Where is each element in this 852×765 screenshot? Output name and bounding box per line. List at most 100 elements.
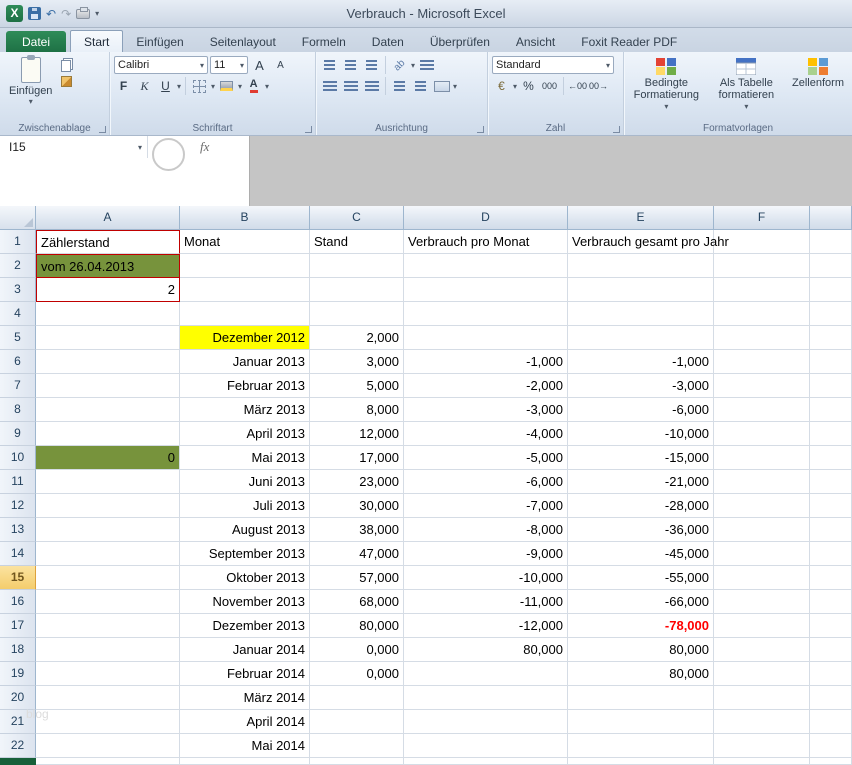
increase-indent-button[interactable] [411,77,430,95]
cell-D4[interactable] [404,302,568,326]
cell-E8[interactable]: -6,000 [568,398,714,422]
cell-D18[interactable]: 80,000 [404,638,568,662]
cell-F11[interactable] [714,470,810,494]
row-header-4[interactable]: 4 [0,302,36,326]
cell-F14[interactable] [714,542,810,566]
cell-B4[interactable] [180,302,310,326]
cell-B5[interactable]: Dezember 2012 [180,326,310,350]
cell-D1[interactable]: Verbrauch pro Monat [404,230,568,254]
cell-E10[interactable]: -15,000 [568,446,714,470]
cell-C2[interactable] [310,254,404,278]
column-header-C[interactable]: C [310,206,404,230]
font-color-button[interactable]: A [244,77,263,95]
row-header-5[interactable]: 5 [0,326,36,350]
cell-D23[interactable] [404,758,568,765]
underline-chevron-icon[interactable]: ▾ [177,82,181,91]
alignment-dialog-launcher-icon[interactable] [477,126,484,133]
column-header-E[interactable]: E [568,206,714,230]
cell-partial-19[interactable] [810,662,852,686]
cell-B17[interactable]: Dezember 2013 [180,614,310,638]
cell-D19[interactable] [404,662,568,686]
row-header-8[interactable]: 8 [0,398,36,422]
format-painter-icon[interactable] [61,76,72,87]
cell-C13[interactable]: 38,000 [310,518,404,542]
cell-D17[interactable]: -12,000 [404,614,568,638]
cell-D8[interactable]: -3,000 [404,398,568,422]
row-header-19[interactable]: 19 [0,662,36,686]
cell-D15[interactable]: -10,000 [404,566,568,590]
cell-partial-20[interactable] [810,686,852,710]
cell-E14[interactable]: -45,000 [568,542,714,566]
align-center-button[interactable] [341,77,360,95]
column-header-A[interactable]: A [36,206,180,230]
cell-D7[interactable]: -2,000 [404,374,568,398]
cell-partial-4[interactable] [810,302,852,326]
row-header-2[interactable]: 2 [0,254,36,278]
decrease-indent-button[interactable] [390,77,409,95]
cell-partial-15[interactable] [810,566,852,590]
clipboard-dialog-launcher-icon[interactable] [99,126,106,133]
cell-B8[interactable]: März 2013 [180,398,310,422]
cell-F8[interactable] [714,398,810,422]
cell-E20[interactable] [568,686,714,710]
cell-A11[interactable] [36,470,180,494]
cell-F18[interactable] [714,638,810,662]
cell-partial-13[interactable] [810,518,852,542]
column-header-F[interactable]: F [714,206,810,230]
cell-F20[interactable] [714,686,810,710]
cell-B3[interactable] [180,278,310,302]
cell-B20[interactable]: März 2014 [180,686,310,710]
row-header-6[interactable]: 6 [0,350,36,374]
cell-E16[interactable]: -66,000 [568,590,714,614]
cell-A10[interactable]: 0 [36,446,180,470]
align-top-button[interactable] [320,56,339,74]
cell-partial-18[interactable] [810,638,852,662]
cell-A2[interactable]: vom 26.04.2013 [36,254,180,278]
cell-A4[interactable] [36,302,180,326]
cell-partial-8[interactable] [810,398,852,422]
cell-C11[interactable]: 23,000 [310,470,404,494]
percent-format-button[interactable]: % [519,77,538,95]
cell-C23[interactable] [310,758,404,765]
row-header-10[interactable]: 10 [0,446,36,470]
cell-F2[interactable] [714,254,810,278]
thousands-format-button[interactable]: 000 [540,77,559,95]
font-dialog-launcher-icon[interactable] [305,126,312,133]
align-bottom-button[interactable] [362,56,381,74]
tab-start[interactable]: Start [70,30,123,52]
borders-button[interactable] [190,77,209,95]
cell-C3[interactable] [310,278,404,302]
cell-E12[interactable]: -28,000 [568,494,714,518]
cell-F5[interactable] [714,326,810,350]
cell-E23[interactable] [568,758,714,765]
cell-B21[interactable]: April 2014 [180,710,310,734]
cell-C17[interactable]: 80,000 [310,614,404,638]
select-all-corner[interactable] [0,206,36,230]
cell-partial-21[interactable] [810,710,852,734]
cell-E2[interactable] [568,254,714,278]
cell-C9[interactable]: 12,000 [310,422,404,446]
cell-D21[interactable] [404,710,568,734]
cell-B2[interactable] [180,254,310,278]
cell-D14[interactable]: -9,000 [404,542,568,566]
name-box[interactable]: I15 ▾ [0,136,148,158]
underline-button[interactable]: U [156,77,175,95]
cell-C16[interactable]: 68,000 [310,590,404,614]
orientation-chevron-icon[interactable]: ▾ [411,61,415,70]
fill-color-button[interactable] [217,77,236,95]
column-header-B[interactable]: B [180,206,310,230]
cell-E6[interactable]: -1,000 [568,350,714,374]
cell-A5[interactable] [36,326,180,350]
cell-C8[interactable]: 8,000 [310,398,404,422]
row-header-16[interactable]: 16 [0,590,36,614]
cell-D2[interactable] [404,254,568,278]
format-as-table-button[interactable]: Als Tabelle formatieren ▾ [711,57,782,114]
orientation-button[interactable]: ab [390,56,409,74]
decrease-decimal-icon[interactable]: 00→ [589,77,608,95]
cell-B6[interactable]: Januar 2013 [180,350,310,374]
cell-D20[interactable] [404,686,568,710]
number-format-combo[interactable]: Standard ▾ [492,56,614,74]
cell-B15[interactable]: Oktober 2013 [180,566,310,590]
cell-A14[interactable] [36,542,180,566]
cell-F4[interactable] [714,302,810,326]
